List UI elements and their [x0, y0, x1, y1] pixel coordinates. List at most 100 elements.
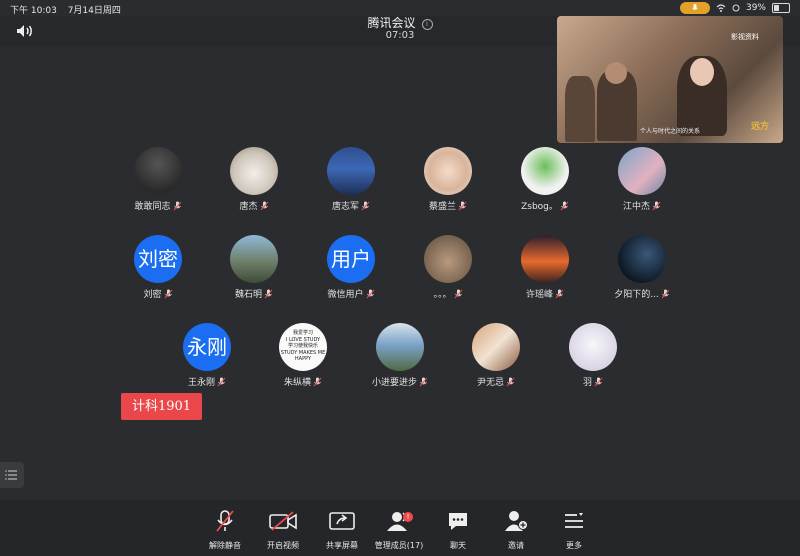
- participant-name-row: 敢敢同志: [110, 199, 206, 212]
- bottom-toolbar: 解除静音 开启视频 共享屏幕 ! 管理成员(17) 聊天 邀请 更多: [0, 500, 800, 556]
- video-logo: 远方: [750, 122, 769, 132]
- participant-name-row: 。。。: [400, 287, 496, 300]
- mic-icon: [692, 4, 698, 10]
- participant-tile[interactable]: Zsbog。: [497, 147, 593, 212]
- participant-name-row: 蔡盛兰: [400, 199, 496, 212]
- participant-name: 小进要进步: [371, 378, 417, 388]
- participant-tile[interactable]: 尹无忌: [448, 323, 544, 388]
- participant-name-row: Zsbog。: [497, 199, 593, 212]
- participant-tile[interactable]: 唐杰: [206, 147, 302, 212]
- mic-muted-icon: [506, 377, 515, 386]
- participant-name-row: 唐志军: [303, 199, 399, 212]
- mic-muted-icon: [164, 289, 172, 298]
- avatar: [230, 147, 278, 195]
- participant-tile[interactable]: 刘密 刘密: [110, 235, 206, 300]
- participant-name: 刘密: [143, 290, 162, 300]
- info-icon[interactable]: i: [421, 19, 433, 30]
- battery-fill: [774, 5, 779, 11]
- participant-name-row: 羽: [545, 375, 641, 388]
- mic-muted-icon: [264, 289, 273, 298]
- mic-muted-icon: [661, 289, 670, 298]
- avatar: [521, 235, 569, 283]
- more-label: 更多: [566, 541, 582, 550]
- meeting-title-text: 腾讯会议: [367, 16, 416, 30]
- invite-icon: [505, 511, 528, 531]
- manage-members-button[interactable]: ! 管理成员(17): [367, 508, 431, 551]
- avatar: [569, 323, 617, 371]
- manage-members-label: 管理成员(17): [374, 541, 424, 550]
- participant-name: Zsbog。: [521, 202, 558, 212]
- mic-muted-icon: [594, 377, 603, 386]
- mic-muted-icon: [458, 201, 467, 210]
- participant-tile[interactable]: 江中杰: [594, 147, 690, 212]
- wifi-icon: [716, 4, 726, 12]
- invite-button[interactable]: 邀请: [484, 508, 548, 551]
- mic-muted-icon: [555, 289, 564, 298]
- participant-name: 朱纵横: [283, 378, 311, 388]
- participant-name-row: 朱纵横: [255, 375, 351, 388]
- mic-muted-icon: [560, 201, 569, 210]
- participant-name-row: 许瑶峰: [497, 287, 593, 300]
- avatar: [424, 235, 472, 283]
- participant-tile[interactable]: 敢敢同志: [110, 147, 206, 212]
- participant-tile[interactable]: 永刚 王永刚: [159, 323, 255, 388]
- participant-tile[interactable]: 蔡盛兰: [400, 147, 496, 212]
- mic-muted-icon: [361, 201, 370, 210]
- participant-name: 蔡盛兰: [428, 202, 456, 212]
- video-tag: 影视资料: [731, 33, 759, 41]
- location-icon: [732, 4, 740, 12]
- participant-name: 。。。: [433, 290, 452, 300]
- more-button[interactable]: 更多: [542, 508, 606, 551]
- start-video-button[interactable]: 开启视频: [251, 508, 315, 551]
- participant-tile[interactable]: 小进要进步: [352, 323, 448, 388]
- avatar: [424, 147, 472, 195]
- mic-active-indicator: [679, 2, 710, 14]
- participant-name: 王永刚: [187, 378, 215, 388]
- share-screen-button[interactable]: 共享屏幕: [310, 508, 374, 551]
- side-panel-toggle[interactable]: [0, 462, 24, 488]
- chat-label: 聊天: [450, 541, 466, 550]
- participant-name: 微信用户: [327, 290, 364, 300]
- participant-name-row: 刘密: [110, 287, 206, 300]
- participant-name-row: 唐杰: [206, 199, 302, 212]
- mic-muted-icon: [313, 377, 322, 386]
- participant-tile[interactable]: 魏石明: [206, 235, 302, 300]
- participant-tile[interactable]: 羽: [545, 323, 641, 388]
- participant-tile[interactable]: 唐志军: [303, 147, 399, 212]
- unmute-button[interactable]: 解除静音: [193, 508, 257, 551]
- participant-tile[interactable]: 许瑶峰: [497, 235, 593, 300]
- participant-name-row: 微信用户: [303, 287, 399, 300]
- participant-name-row: 尹无忌: [448, 375, 544, 388]
- mic-muted-icon: [454, 289, 462, 298]
- participant-name-row: 小进要进步: [352, 375, 448, 388]
- avatar: 我爱学习 I LOVE STUDY 学习使我快乐 STUDY MAKES ME HAPP…: [279, 323, 327, 371]
- mic-muted-icon: [216, 510, 234, 532]
- chat-button[interactable]: 聊天: [426, 508, 490, 551]
- participant-name: 唐志军: [331, 202, 359, 212]
- more-icon: [565, 513, 583, 528]
- participant-name-row: 夕阳下的...: [594, 287, 690, 300]
- participant-tile[interactable]: 用户 微信用户: [303, 235, 399, 300]
- class-sticker: 计科1901: [121, 393, 202, 420]
- participant-tile[interactable]: 。。。: [400, 235, 496, 300]
- avatar: [618, 235, 666, 283]
- participant-name: 敢敢同志: [134, 202, 171, 212]
- participant-name: 许瑶峰: [525, 290, 553, 300]
- list-icon: [5, 470, 17, 480]
- shared-video-window[interactable]: 影视资料 个人与时代之间的关系 远方: [557, 16, 783, 143]
- participant-tile[interactable]: 夕阳下的...: [594, 235, 690, 300]
- share-screen-label: 共享屏幕: [326, 541, 358, 550]
- video-figure: [605, 62, 627, 84]
- video-figure: [690, 58, 714, 86]
- participant-tile[interactable]: 我爱学习 I LOVE STUDY 学习使我快乐 STUDY MAKES ME HAPP…: [255, 323, 351, 388]
- video-subtitle: 个人与时代之间的关系: [639, 128, 700, 135]
- participant-name: 夕阳下的...: [614, 290, 659, 300]
- chat-icon: [449, 513, 467, 530]
- participant-name-row: 江中杰: [594, 199, 690, 212]
- notification-badge: !: [403, 512, 413, 522]
- avatar: 用户: [327, 235, 375, 283]
- participant-name-row: 王永刚: [159, 375, 255, 388]
- mic-muted-icon: [366, 289, 374, 298]
- mic-muted-icon: [419, 377, 428, 386]
- battery-percent: 39%: [745, 3, 766, 13]
